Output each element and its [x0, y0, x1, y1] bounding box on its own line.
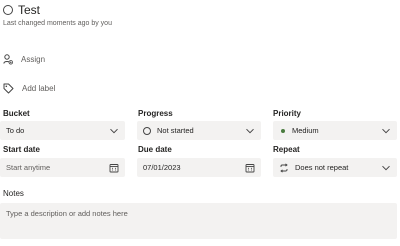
repeat-label: Repeat — [273, 145, 300, 154]
bucket-label: Bucket — [3, 109, 30, 118]
start-date-placeholder: Start anytime — [6, 163, 51, 172]
chevron-down-icon — [246, 128, 254, 133]
due-date-label: Due date — [138, 145, 172, 154]
bucket-dropdown[interactable]: To do — [0, 121, 125, 140]
notes-placeholder: Type a description or add notes here — [6, 209, 128, 218]
repeat-icon — [280, 162, 288, 173]
start-date-input[interactable]: Start anytime — [0, 158, 125, 177]
not-started-icon — [143, 126, 151, 135]
assign-button[interactable]: Assign — [3, 54, 45, 65]
repeat-dropdown[interactable]: Does not repeat — [273, 158, 397, 177]
start-date-label: Start date — [3, 145, 40, 154]
calendar-icon[interactable] — [109, 163, 119, 173]
progress-dropdown[interactable]: Not started — [137, 121, 261, 140]
chevron-down-icon — [382, 165, 390, 170]
last-changed-text: Last changed moments ago by you — [3, 20, 112, 27]
due-date-input[interactable]: 07/01/2023 — [137, 158, 261, 177]
notes-label: Notes — [3, 189, 24, 198]
repeat-value: Does not repeat — [295, 163, 349, 172]
chevron-down-icon — [110, 128, 118, 133]
person-add-icon — [3, 54, 13, 65]
medium-priority-dot-icon — [281, 128, 285, 133]
bucket-value: To do — [6, 126, 25, 135]
task-title[interactable]: Test — [18, 3, 40, 17]
complete-task-checkbox[interactable] — [3, 5, 13, 15]
task-title-row: Test — [3, 3, 40, 17]
notes-textarea[interactable]: Type a description or add notes here — [0, 203, 397, 239]
chevron-down-icon — [382, 128, 390, 133]
priority-label: Priority — [273, 109, 302, 118]
add-label-button[interactable]: Add label — [3, 83, 55, 94]
tag-icon — [3, 83, 14, 94]
due-date-value: 07/01/2023 — [143, 163, 181, 172]
add-label-text: Add label — [22, 84, 56, 93]
priority-dropdown[interactable]: Medium — [273, 121, 397, 140]
calendar-icon[interactable] — [245, 163, 255, 173]
priority-value: Medium — [292, 126, 319, 135]
progress-value: Not started — [157, 126, 194, 135]
assign-label: Assign — [21, 55, 46, 64]
progress-label: Progress — [138, 109, 173, 118]
